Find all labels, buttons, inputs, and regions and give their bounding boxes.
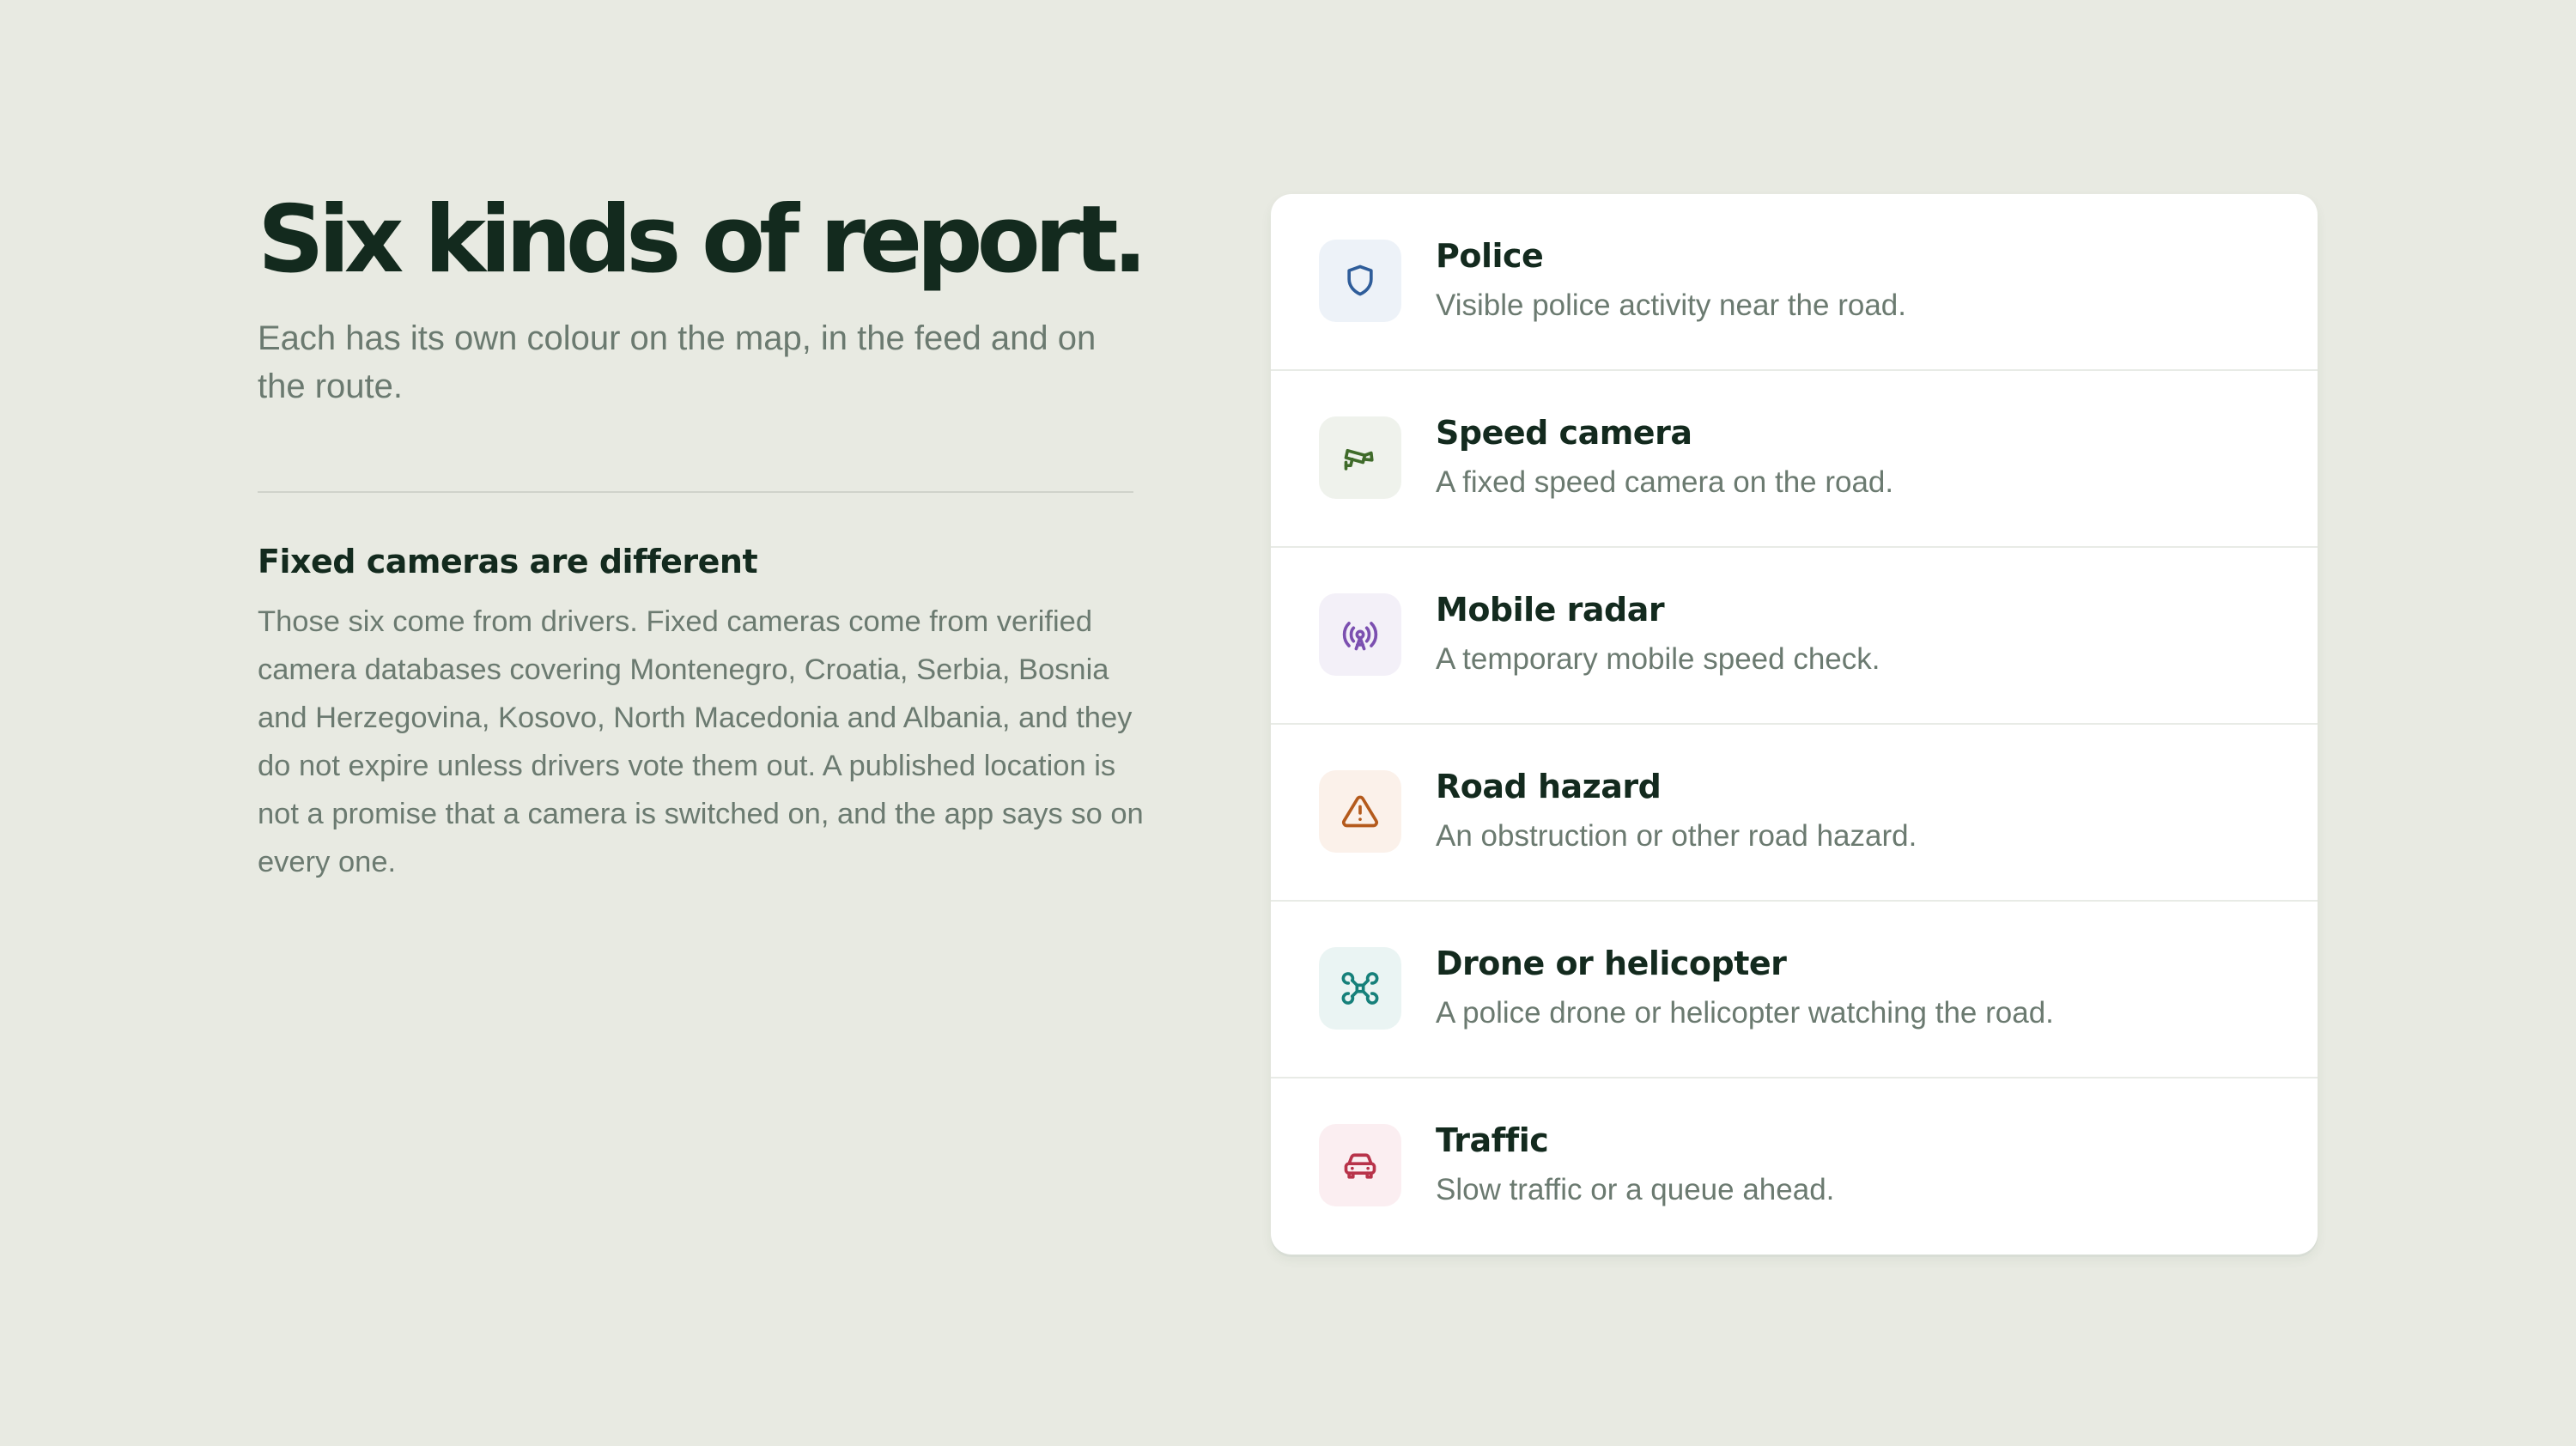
report-description: A fixed speed camera on the road. [1436,465,1894,499]
intro-panel: Six kinds of report. Each has its own co… [258,182,1148,886]
shield-icon [1319,240,1401,322]
section-body: Those six come from drivers. Fixed camer… [258,605,1144,878]
report-row-drone: Drone or helicopter A police drone or he… [1271,902,2318,1078]
section-title: Fixed cameras are different [258,543,758,580]
report-types-card: Police Visible police activity near the … [1271,194,2318,1255]
report-title: Drone or helicopter [1436,945,1787,982]
car-icon [1319,1124,1401,1206]
report-description: An obstruction or other road hazard. [1436,819,1917,853]
report-row-traffic: Traffic Slow traffic or a queue ahead. [1271,1078,2318,1255]
report-row-speed-camera: Speed camera A fixed speed camera on the… [1271,371,2318,548]
cctv-camera-icon [1319,416,1401,499]
report-title: Road hazard [1436,768,1662,805]
report-description: Slow traffic or a queue ahead. [1436,1173,1835,1206]
report-row-police: Police Visible police activity near the … [1271,194,2318,371]
report-title: Traffic [1436,1121,1549,1159]
report-title: Mobile radar [1436,591,1665,629]
page-subtitle: Each has its own colour on the map, in t… [258,319,1097,405]
report-title: Police [1436,237,1544,275]
radio-tower-icon [1319,593,1401,676]
divider [258,491,1133,493]
page-title: Six kinds of report. [258,186,1148,294]
report-row-mobile-radar: Mobile radar A temporary mobile speed ch… [1271,548,2318,725]
warning-triangle-icon [1319,770,1401,853]
report-description: A police drone or helicopter watching th… [1436,996,2054,1030]
drone-icon [1319,947,1401,1030]
report-description: A temporary mobile speed check. [1436,642,1880,676]
report-title: Speed camera [1436,414,1692,452]
report-description: Visible police activity near the road. [1436,289,1906,322]
report-row-road-hazard: Road hazard An obstruction or other road… [1271,725,2318,902]
